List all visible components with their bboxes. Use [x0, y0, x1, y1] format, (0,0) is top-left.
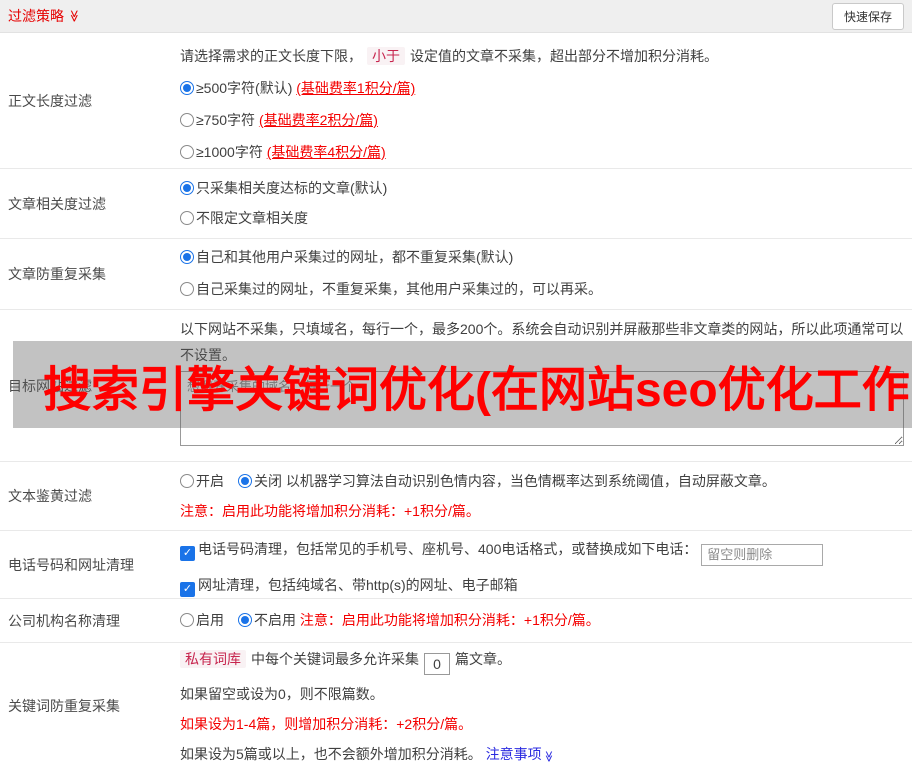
radio-icon[interactable]	[180, 474, 194, 488]
checkbox-url-cleaning[interactable]: ✓	[180, 581, 195, 597]
keyword-note-zero: 如果留空或设为0，则不限篇数。	[180, 686, 384, 702]
radio-icon[interactable]	[238, 613, 252, 627]
radio-option-750[interactable]: ≥750字符 (基础费率2积分/篇)	[180, 110, 904, 130]
filter-strategy-page: 过滤策略 ≫ 快速保存 正文长度过滤 请选择需求的正文长度下限， 小于 设定值的文章…	[0, 0, 912, 768]
radio-option-disable[interactable]: 不启用	[238, 612, 296, 628]
notice-link[interactable]: 注意事项≫	[486, 746, 554, 762]
keyword-note-cost: 如果设为1-4篇，则增加积分消耗：+2积分/篇。	[180, 716, 473, 732]
section-phone-url-cleaning: 电话号码和网址清理 ✓ 电话号码清理，包括常见的手机号、座机号、400电话格式，或…	[0, 531, 912, 599]
blocked-domains-textarea[interactable]	[180, 371, 904, 446]
keyword-note-five: 如果设为5篇或以上，也不会额外增加积分消耗。 注意事项≫	[180, 746, 554, 763]
private-lexicon-tag: 私有词库	[180, 650, 246, 668]
body-length-description: 请选择需求的正文长度下限， 小于 设定值的文章不采集，超出部分不增加积分消耗。	[180, 47, 718, 65]
section-label: 电话号码和网址清理	[8, 556, 134, 573]
keyword-limit-input[interactable]	[424, 653, 450, 675]
less-than-tag: 小于	[367, 47, 405, 65]
header-bar: 过滤策略 ≫ 快速保存	[0, 0, 912, 33]
section-content: 只采集相关度达标的文章(默认) 不限定文章相关度	[180, 169, 912, 238]
section-label: 正文长度过滤	[8, 92, 92, 109]
url-cleaning-row: ✓ 网址清理，包括纯域名、带http(s)的网址、电子邮箱	[180, 574, 904, 597]
radio-icon[interactable]	[180, 181, 194, 195]
section-body-length-filter: 正文长度过滤 请选择需求的正文长度下限， 小于 设定值的文章不采集，超出部分不增加积…	[0, 33, 912, 169]
section-content: 以下网站不采集，只填域名，每行一个，最多200个。系统会自动识别并屏蔽那些非文章…	[180, 310, 912, 461]
cost-note: (基础费率2积分/篇)	[258, 112, 378, 128]
radio-option-dedupe-self[interactable]: 自己采集过的网址，不重复采集，其他用户采集过的，可以再采。	[180, 279, 904, 299]
quick-save-button[interactable]: 快速保存	[831, 2, 904, 30]
radio-icon[interactable]	[180, 613, 194, 627]
section-relevance-filter: 文章相关度过滤 只采集相关度达标的文章(默认) 不限定文章相关度	[0, 169, 912, 239]
radio-option-off[interactable]: 关闭	[238, 473, 282, 489]
section-content: ✓电话号码清理，包括常见的手机号、座机号、400电话格式，或替换成如下电话： ✓…	[180, 531, 912, 598]
page-title[interactable]: 过滤策略 ≫	[8, 6, 81, 26]
section-dedupe-collection: 文章防重复采集 自己和其他用户采集过的网址，都不重复采集(默认) 自己采集过的网…	[0, 239, 912, 310]
radio-icon[interactable]	[180, 81, 194, 95]
radio-option-1000[interactable]: ≥1000字符 (基础费率4积分/篇)	[180, 142, 904, 162]
radio-icon[interactable]	[180, 211, 194, 225]
section-content: 请选择需求的正文长度下限， 小于 设定值的文章不采集，超出部分不增加积分消耗。 ≥5…	[180, 33, 912, 168]
radio-icon[interactable]	[180, 113, 194, 127]
radio-option-no-limit[interactable]: 不限定文章相关度	[180, 208, 904, 228]
section-keyword-dedupe: 关键词防重复采集 私有词库中每个关键词最多允许采集篇文章。 如果留空或设为0，则…	[0, 643, 912, 768]
porn-filter-options: 开启 关闭 以机器学习算法自动识别色情内容，当色情概率达到系统阈值，自动屏蔽文章。	[180, 471, 904, 491]
company-cleaning-options: 启用 不启用 注意：启用此功能将增加积分消耗：+1积分/篇。	[180, 610, 904, 630]
cost-note: (基础费率4积分/篇)	[266, 144, 386, 160]
radio-icon[interactable]	[180, 250, 194, 264]
section-porn-filter: 文本鉴黄过滤 开启 关闭 以机器学习算法自动识别色情内容，当色情概率达到系统阈值，…	[0, 462, 912, 531]
section-content: 启用 不启用 注意：启用此功能将增加积分消耗：+1积分/篇。	[180, 599, 912, 642]
radio-icon[interactable]	[180, 282, 194, 296]
section-label: 文章防重复采集	[8, 266, 106, 282]
section-label: 目标网站过滤	[8, 377, 92, 394]
section-content: 开启 关闭 以机器学习算法自动识别色情内容，当色情概率达到系统阈值，自动屏蔽文章。…	[180, 462, 912, 530]
porn-filter-description: 以机器学习算法自动识别色情内容，当色情概率达到系统阈值，自动屏蔽文章。	[285, 473, 776, 489]
porn-filter-cost-note: 注意：启用此功能将增加积分消耗：+1积分/篇。	[180, 503, 480, 519]
radio-option-on[interactable]: 开启	[180, 473, 224, 489]
chevron-double-down-icon: ≫	[67, 9, 82, 23]
section-label: 关键词防重复采集	[8, 697, 120, 714]
company-cleaning-cost-note: 注意：启用此功能将增加积分消耗：+1积分/篇。	[299, 612, 600, 628]
radio-icon[interactable]	[180, 145, 194, 159]
target-site-description: 以下网站不采集，只填域名，每行一个，最多200个。系统会自动识别并屏蔽那些非文章…	[180, 321, 904, 363]
section-label: 公司机构名称清理	[8, 612, 120, 629]
phone-cleaning-row: ✓ 电话号码清理，包括常见的手机号、座机号、400电话格式，或替换成如下电话：	[180, 538, 904, 566]
radio-icon[interactable]	[238, 474, 252, 488]
replacement-phone-input[interactable]	[701, 543, 824, 566]
section-label: 文章相关度过滤	[8, 195, 106, 212]
radio-option-500[interactable]: ≥500字符(默认) (基础费率1积分/篇)	[180, 78, 904, 98]
radio-option-relevance-only[interactable]: 只采集相关度达标的文章(默认)	[180, 178, 904, 198]
radio-option-enable[interactable]: 启用	[180, 612, 224, 628]
section-label: 文本鉴黄过滤	[8, 488, 92, 504]
section-content: 私有词库中每个关键词最多允许采集篇文章。 如果留空或设为0，则不限篇数。 如果设…	[180, 643, 912, 768]
chevron-double-down-icon: ≫	[541, 750, 554, 763]
radio-option-dedupe-all[interactable]: 自己和其他用户采集过的网址，都不重复采集(默认)	[180, 247, 904, 267]
section-content: 自己和其他用户采集过的网址，都不重复采集(默认) 自己采集过的网址，不重复采集，…	[180, 239, 912, 309]
section-target-site-filter: 目标网站过滤 以下网站不采集，只填域名，每行一个，最多200个。系统会自动识别并…	[0, 310, 912, 462]
checkbox-phone-cleaning[interactable]: ✓	[180, 546, 195, 561]
keyword-limit-row: 私有词库中每个关键词最多允许采集篇文章。	[180, 648, 904, 675]
cost-note: (基础费率1积分/篇)	[296, 80, 416, 96]
section-company-name-cleaning: 公司机构名称清理 启用 不启用 注意：启用此功能将增加积分消耗：+1积分/篇。	[0, 599, 912, 643]
page-title-label: 过滤策略	[8, 8, 64, 24]
